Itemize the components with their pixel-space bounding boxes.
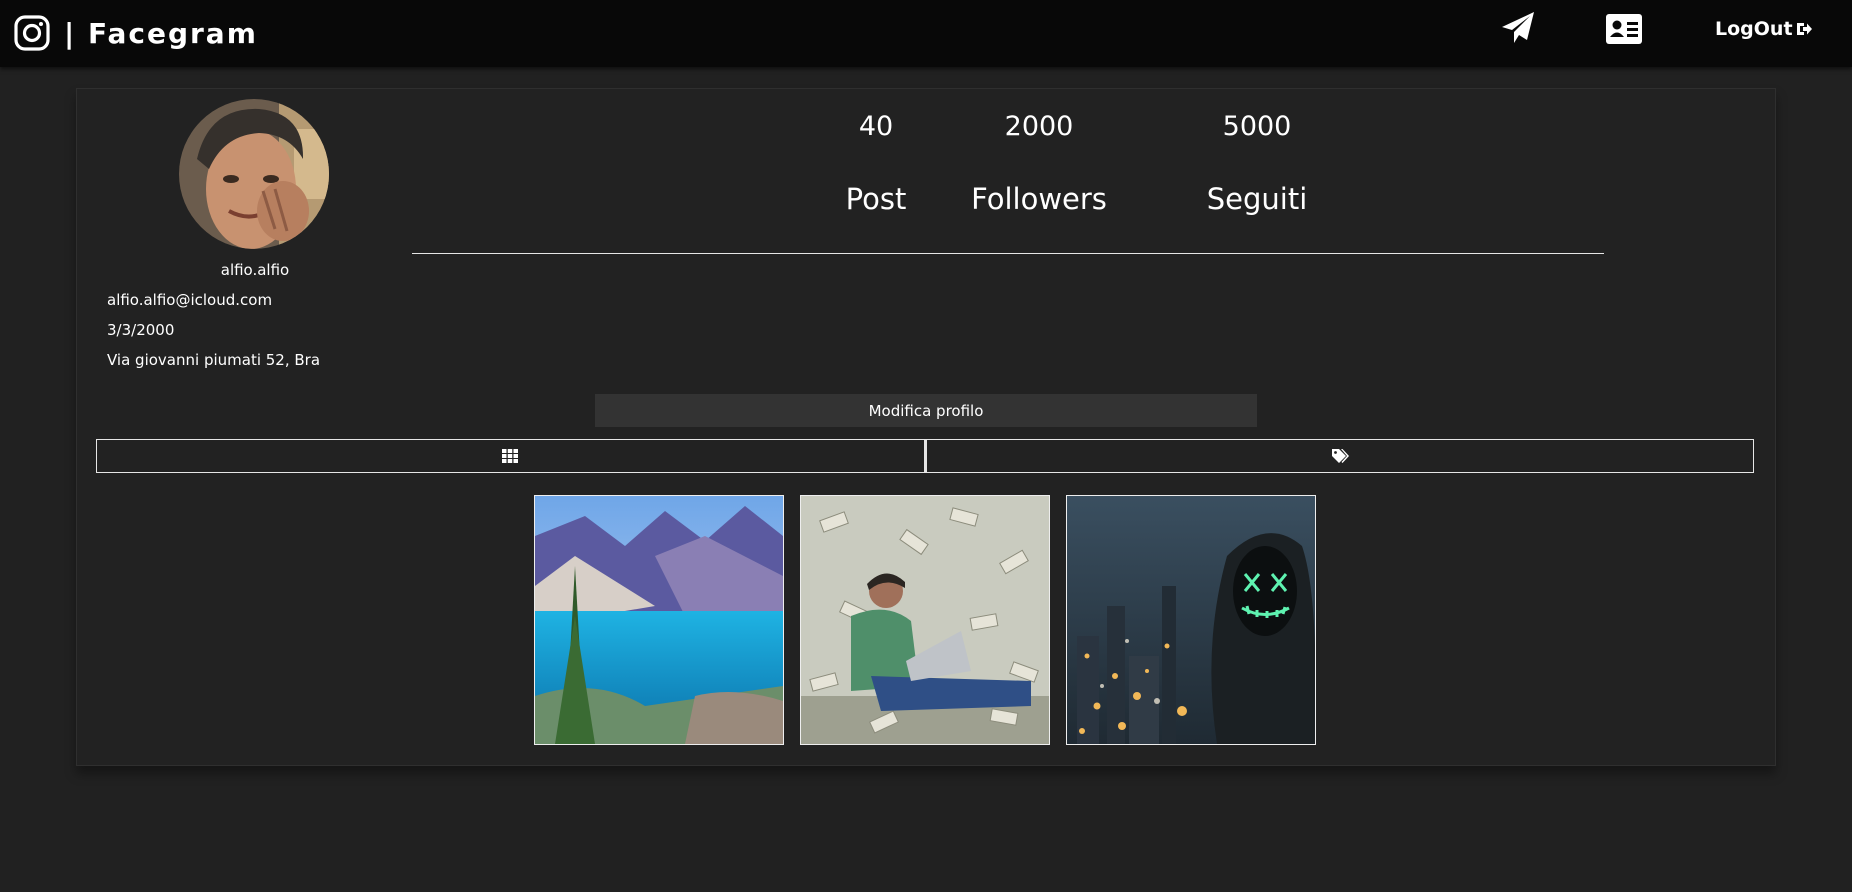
profile-stats: 40 2000 5000 Post Followers Seguiti: [841, 111, 1347, 216]
grid-icon: [502, 449, 519, 463]
profile-tabs: [96, 439, 1754, 473]
stat-following-count[interactable]: 5000: [1167, 111, 1347, 142]
profile-address: Via giovanni piumati 52, Bra: [107, 351, 321, 369]
post-thumbnail-man-laptop-money[interactable]: [800, 495, 1050, 745]
profile-username: alfio.alfio: [220, 261, 290, 279]
edit-profile-button[interactable]: Modifica profilo: [595, 394, 1257, 427]
instagram-logo-icon: [14, 15, 50, 51]
stat-followers-label[interactable]: Followers: [969, 182, 1109, 216]
stat-posts-count: 40: [858, 111, 894, 142]
profile-email: alfio.alfio@icloud.com: [107, 291, 273, 309]
stat-posts-label: Post: [845, 182, 907, 216]
stat-followers-count[interactable]: 2000: [969, 111, 1109, 142]
sign-out-icon: [1796, 23, 1812, 35]
post-thumbnail-mountain-lake[interactable]: [534, 495, 784, 745]
tab-posts-grid[interactable]: [96, 439, 925, 473]
profile-card: alfio.alfio alfio.alfio@icloud.com 3/3/2…: [76, 88, 1776, 766]
tags-icon: [1331, 449, 1349, 463]
profile-birthdate: 3/3/2000: [107, 321, 175, 339]
posts-grid: [534, 495, 1316, 745]
stat-following-label[interactable]: Seguiti: [1167, 182, 1347, 216]
logout-button[interactable]: LogOut: [1715, 17, 1813, 41]
tab-tagged[interactable]: [924, 439, 1754, 473]
post-thumbnail-hooded-mask-city[interactable]: [1066, 495, 1316, 745]
paper-plane-icon[interactable]: [1500, 10, 1536, 46]
top-navbar: | Facegram LogOut: [0, 0, 1852, 67]
brand[interactable]: | Facegram: [14, 14, 258, 52]
stats-divider: [412, 253, 1604, 254]
brand-title: | Facegram: [64, 16, 258, 50]
address-card-icon[interactable]: [1606, 14, 1642, 44]
avatar: [179, 99, 329, 249]
logout-label: LogOut: [1715, 18, 1793, 40]
